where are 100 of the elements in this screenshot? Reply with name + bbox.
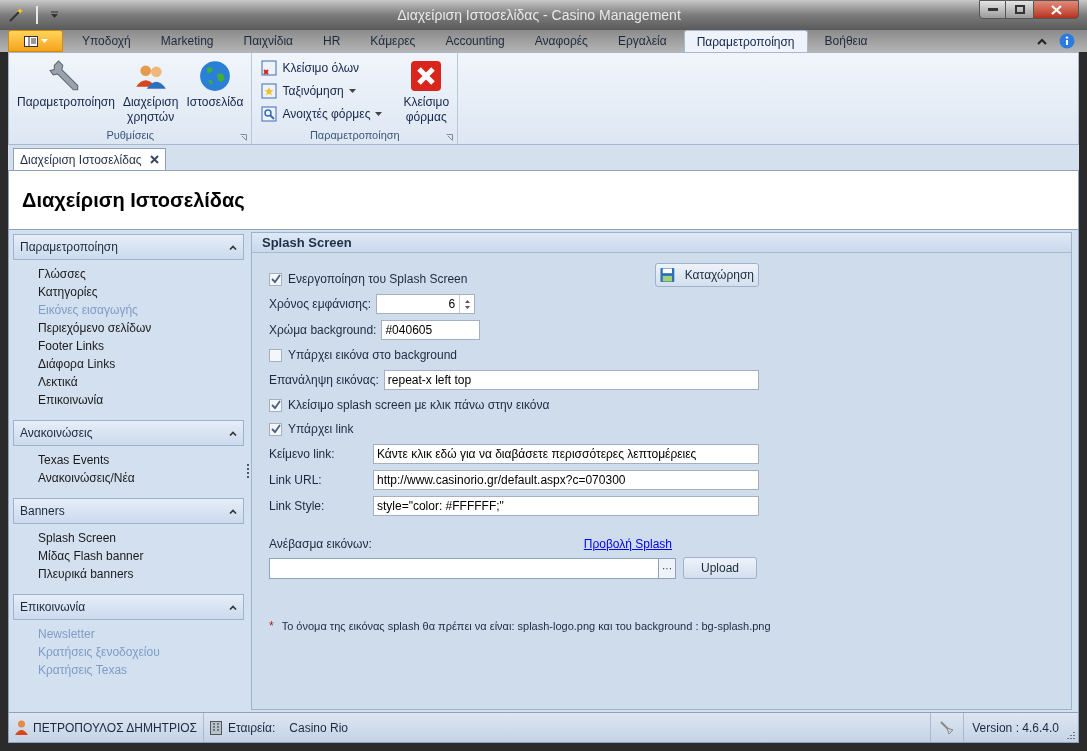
ribbon-tab[interactable]: Κάμερες: [355, 30, 431, 52]
field-label: Χρόνος εμφάνισης:: [269, 296, 373, 313]
chevron-up-icon: [229, 430, 237, 436]
sidebar-group-header[interactable]: Ανακοινώσεις: [13, 420, 244, 446]
minimize-button[interactable]: [979, 0, 1006, 19]
input-field[interactable]: #040605: [381, 320, 481, 340]
info-icon[interactable]: [1059, 33, 1075, 49]
input-field[interactable]: repeat-x left top: [383, 370, 759, 390]
resize-grip-icon[interactable]: [1067, 731, 1076, 740]
version-text: Version : 4.6.4.0: [972, 719, 1059, 737]
sidebar-link[interactable]: Ανακοινώσεις/Νέα: [38, 469, 135, 487]
dialog-launcher-icon[interactable]: [446, 134, 454, 141]
chevron-up-icon: [229, 508, 237, 514]
ribbon-large-button[interactable]: Ιστοσελίδα: [184, 55, 246, 110]
checkbox[interactable]: [269, 348, 282, 362]
splitter-grip-icon[interactable]: [246, 464, 249, 478]
close-icon: [410, 60, 443, 92]
window-title: Διαχείριση Ιστοσελίδας - Casino Management: [397, 5, 681, 25]
sidebar-link[interactable]: Λεκτικά: [38, 373, 78, 391]
checkbox[interactable]: [269, 272, 282, 286]
caret-icon: [348, 88, 356, 93]
minimize-icon: [987, 7, 998, 12]
brush-icon[interactable]: [939, 719, 956, 736]
input-field[interactable]: Κάντε κλικ εδώ για να διαβάσετε περισσότερες λεπτομέρειες: [373, 444, 759, 464]
building-icon: [210, 720, 222, 735]
sidebar-link[interactable]: Texas Events: [38, 451, 110, 469]
checkbox[interactable]: [269, 398, 282, 412]
sidebar-link[interactable]: Διάφορα Links: [38, 355, 116, 373]
ribbon-tab[interactable]: Υποδοχή: [67, 30, 146, 52]
dialog-launcher-icon[interactable]: [240, 134, 248, 141]
checkbox[interactable]: [269, 422, 282, 436]
ribbon-tab[interactable]: Παραμετροποίηση: [683, 30, 808, 52]
window-search-icon: [261, 105, 278, 122]
ribbon-tab[interactable]: Εργαλεία: [602, 30, 682, 52]
close-icon[interactable]: [149, 155, 159, 164]
sidebar-link[interactable]: Επικοινωνία: [38, 391, 104, 409]
page-title: Διαχείριση Ιστοσελίδας: [22, 188, 245, 213]
document-tab[interactable]: Διαχείριση Ιστοσελίδας: [13, 148, 166, 170]
input-field[interactable]: http://www.casinorio.gr/default.aspx?c=070300: [373, 470, 759, 490]
close-icon: [1050, 4, 1062, 15]
sidebar-link[interactable]: Κατηγορίες: [38, 283, 98, 301]
sidebar-group-header[interactable]: Επικοινωνία: [13, 594, 244, 620]
preview-link[interactable]: Προβολή Splash: [583, 535, 672, 553]
caret-icon: [375, 111, 383, 116]
close-button[interactable]: [1033, 0, 1079, 19]
ribbon-tab[interactable]: Marketing: [145, 30, 229, 52]
panel-header: Splash Screen: [252, 233, 1071, 253]
number-spinner[interactable]: 6: [376, 294, 476, 314]
globe-icon: [197, 59, 232, 93]
wand-icon[interactable]: [8, 7, 24, 23]
input-field[interactable]: style="color: #FFFFFF;": [373, 496, 759, 516]
ribbon-tab[interactable]: Accounting: [430, 30, 520, 52]
checkbox-label: Κλείσιμο splash screen με κλικ πάνω στην εικόνα: [288, 397, 550, 414]
checkbox-label: Υπάρχει εικόνα στο background: [288, 347, 458, 364]
ribbon-large-button[interactable]: Διαχείριση χρηστών: [120, 55, 181, 125]
field-label: Επανάληψη εικόνας:: [269, 372, 380, 389]
ribbon-small-button[interactable]: Κλείσιμο όλων: [258, 57, 386, 78]
field-label: Κείμενο link:: [269, 446, 336, 463]
ribbon-large-button[interactable]: Παραμετροποίηση: [15, 55, 117, 110]
sidebar-link[interactable]: Περιεχόμενο σελίδων: [38, 319, 152, 337]
ribbon-small-button[interactable]: Ταξινόμηση: [258, 80, 386, 101]
app-menu-button[interactable]: [8, 30, 63, 52]
ribbon-tab[interactable]: Αναφορές: [519, 30, 603, 52]
sidebar-group-header[interactable]: Παραμετροποίηση: [13, 234, 244, 260]
upload-button[interactable]: Upload: [683, 557, 757, 579]
required-mark: *: [269, 618, 274, 635]
note-text: Το όνομα της εικόνας splash θα πρέπει να είναι: splash-logo.png και του background : bg-splash.png: [281, 618, 771, 634]
sidebar-link[interactable]: Splash Screen: [38, 529, 117, 547]
field-label: Link URL:: [269, 472, 323, 489]
company-name: Casino Rio: [289, 719, 348, 737]
ribbon-tab[interactable]: Βοήθεια: [809, 30, 883, 52]
field-label: Link Style:: [269, 498, 326, 515]
user-icon: [15, 720, 28, 735]
window-close-icon: [261, 59, 278, 76]
checkbox-label: Υπάρχει link: [288, 421, 354, 438]
browse-button[interactable]: ···: [658, 558, 675, 578]
sidebar-link[interactable]: Footer Links: [38, 337, 105, 355]
field-label: Χρώμα background:: [269, 322, 378, 339]
sidebar-link[interactable]: Μίδας Flash banner: [38, 547, 144, 565]
sidebar-link[interactable]: Πλευρικά banners: [38, 565, 134, 583]
company-label: Εταιρεία:: [228, 719, 276, 737]
maximize-icon: [1014, 5, 1025, 14]
group-title: Ρυθμίσεις: [106, 127, 155, 143]
arrow-up-icon[interactable]: [464, 299, 470, 303]
ribbon-tab[interactable]: Παιχνίδια: [228, 30, 308, 52]
collapse-ribbon-icon[interactable]: [1037, 37, 1047, 45]
arrow-down-icon[interactable]: [464, 305, 470, 309]
file-path-field[interactable]: ···: [269, 557, 676, 579]
caret-icon: [40, 39, 48, 43]
sidebar-group-header[interactable]: Banners: [13, 498, 244, 524]
upload-label: Ανέβασμα εικόνων:: [269, 536, 372, 553]
customize-caret-icon[interactable]: [50, 11, 59, 19]
ribbon-large-button[interactable]: Κλείσιμο φόρμας: [401, 55, 452, 125]
group-title: Παραμετροποίηση: [309, 127, 400, 143]
maximize-button[interactable]: [1006, 0, 1033, 19]
ribbon-small-button[interactable]: Ανοιχτές φόρμες: [258, 103, 386, 124]
sidebar-link[interactable]: Γλώσσες: [38, 265, 86, 283]
ribbon-tab[interactable]: HR: [308, 30, 356, 52]
save-button[interactable]: Καταχώρηση: [655, 263, 759, 287]
chevron-up-icon: [229, 604, 237, 610]
